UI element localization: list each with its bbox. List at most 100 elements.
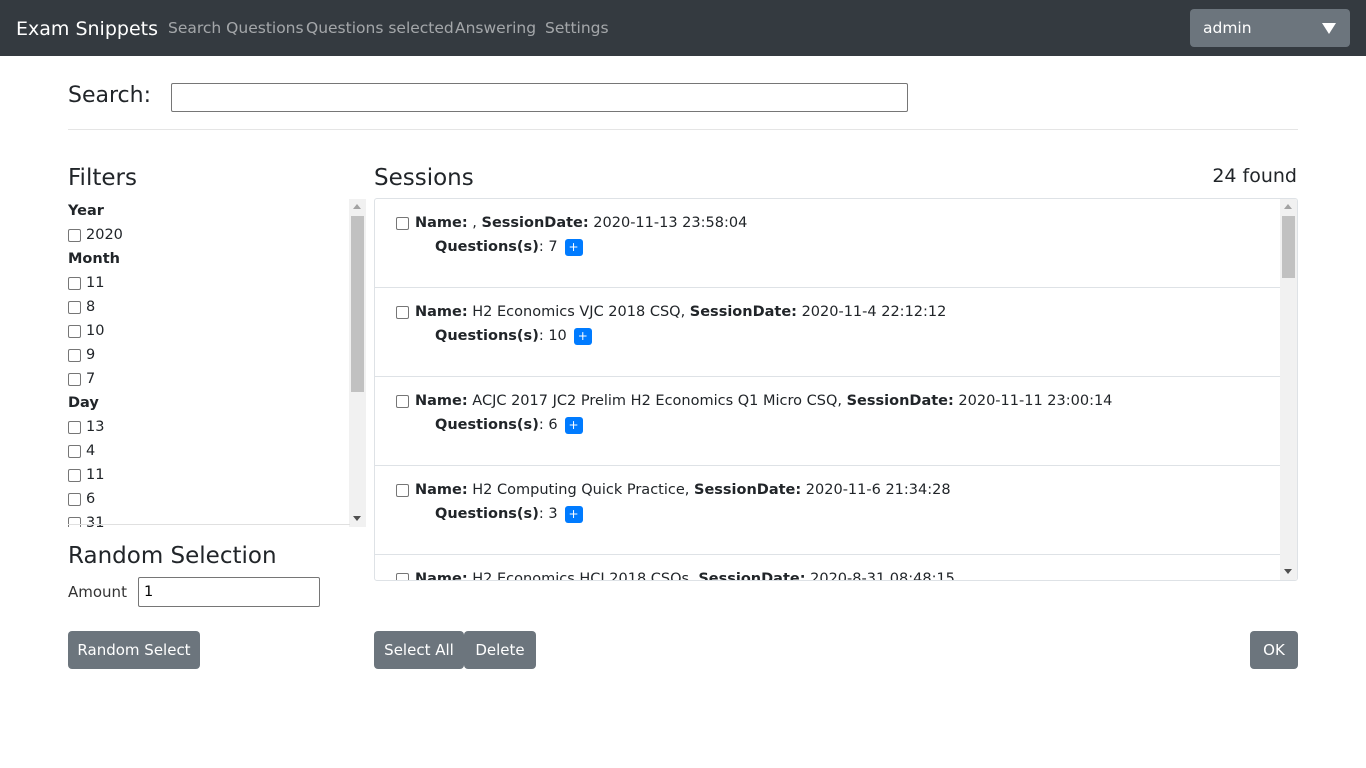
name-label: Name: <box>415 571 468 581</box>
session-header: Name: H2 Economics VJC 2018 CSQ, Session… <box>396 302 946 322</box>
brand[interactable]: Exam Snippets <box>16 16 158 42</box>
sessions-heading: Sessions <box>374 165 474 191</box>
filters-heading: Filters <box>68 165 137 191</box>
checkbox[interactable] <box>68 420 81 434</box>
filter-item: 9 <box>68 343 350 367</box>
session-questions: Questions(s): 3 + <box>435 504 583 524</box>
checkbox[interactable] <box>68 444 81 458</box>
user-dropdown[interactable]: admin <box>1190 9 1350 47</box>
checkbox[interactable] <box>68 228 81 242</box>
scroll-thumb[interactable] <box>1282 216 1295 278</box>
questions-label: Questions(s) <box>435 417 539 433</box>
sessions-panel[interactable]: Name: , SessionDate: 2020-11-13 23:58:04… <box>374 198 1298 581</box>
random-selection-heading: Random Selection <box>68 543 277 569</box>
checkbox[interactable] <box>68 372 81 386</box>
nav-questions-selected[interactable]: Questions selected <box>306 18 454 38</box>
filters-scrollbar[interactable] <box>349 199 366 527</box>
session-header: Name: H2 Computing Quick Practice, Sessi… <box>396 480 951 500</box>
session-header: Name: ACJC 2017 JC2 Prelim H2 Economics … <box>396 391 1112 411</box>
session-date: 2020-11-6 21:34:28 <box>805 482 951 498</box>
filter-item-label: 8 <box>86 299 96 315</box>
checkbox[interactable] <box>68 516 81 527</box>
filter-item: 11 <box>68 271 350 295</box>
checkbox[interactable] <box>68 276 81 290</box>
scroll-down-icon[interactable] <box>353 516 361 521</box>
session-item: Name: ACJC 2017 JC2 Prelim H2 Economics … <box>375 377 1281 466</box>
user-name: admin <box>1203 19 1252 37</box>
date-label: SessionDate: <box>694 482 802 498</box>
expand-plus-button[interactable]: + <box>564 238 583 256</box>
session-date: 2020-8-31 08:48:15 <box>810 571 955 581</box>
filter-item: 10 <box>68 319 350 343</box>
session-checkbox[interactable] <box>396 483 409 497</box>
random-select-button[interactable]: Random Select <box>68 631 200 669</box>
filter-group-day: Day <box>68 395 99 411</box>
date-label: SessionDate: <box>689 304 797 320</box>
nav-answering[interactable]: Answering <box>455 18 536 38</box>
filter-item-label: 13 <box>86 419 105 435</box>
session-date: 2020-11-13 23:58:04 <box>593 215 748 231</box>
session-header: Name: H2 Economics HCI 2018 CSQs, Sessio… <box>396 569 955 581</box>
session-item: Name: , SessionDate: 2020-11-13 23:58:04… <box>375 199 1281 288</box>
session-name: H2 Economics HCI 2018 CSQs <box>472 571 690 581</box>
filter-item-label: 6 <box>86 491 96 507</box>
questions-count: 3 <box>548 506 558 522</box>
caret-down-icon <box>1322 23 1336 34</box>
scroll-up-icon[interactable] <box>1284 204 1292 209</box>
session-checkbox[interactable] <box>396 216 409 230</box>
navbar: Exam Snippets Search Questions Questions… <box>0 0 1366 56</box>
filter-item: 13 <box>68 415 350 439</box>
name-label: Name: <box>415 304 468 320</box>
session-header: Name: , SessionDate: 2020-11-13 23:58:04 <box>396 213 747 233</box>
filter-item: 6 <box>68 487 350 511</box>
filter-item-label: 10 <box>86 323 105 339</box>
expand-plus-button[interactable]: + <box>573 327 592 345</box>
session-name: ACJC 2017 JC2 Prelim H2 Economics Q1 Mic… <box>472 393 838 409</box>
filter-item-label: 2020 <box>86 227 123 243</box>
checkbox[interactable] <box>68 348 81 362</box>
sessions-list: Name: , SessionDate: 2020-11-13 23:58:04… <box>375 199 1281 581</box>
filter-item-label: 11 <box>86 275 105 291</box>
date-label: SessionDate: <box>481 215 589 231</box>
session-item: Name: H2 Economics VJC 2018 CSQ, Session… <box>375 288 1281 377</box>
name-label: Name: <box>415 393 468 409</box>
amount-input[interactable] <box>138 577 320 607</box>
checkbox[interactable] <box>68 324 81 338</box>
session-questions: Questions(s): 6 + <box>435 415 583 435</box>
nav-settings[interactable]: Settings <box>545 18 609 38</box>
session-checkbox[interactable] <box>396 394 409 408</box>
filter-item: 8 <box>68 295 350 319</box>
filter-item-label: 9 <box>86 347 96 363</box>
select-all-button[interactable]: Select All <box>374 631 464 669</box>
delete-button[interactable]: Delete <box>464 631 536 669</box>
filter-item-label: 11 <box>86 467 105 483</box>
nav-search-questions[interactable]: Search Questions <box>168 18 304 38</box>
divider <box>68 129 1298 130</box>
filter-item-label: 4 <box>86 443 96 459</box>
session-checkbox[interactable] <box>396 572 409 580</box>
questions-count: 6 <box>548 417 558 433</box>
session-date: 2020-11-11 23:00:14 <box>958 393 1113 409</box>
questions-label: Questions(s) <box>435 239 539 255</box>
ok-button[interactable]: OK <box>1250 631 1298 669</box>
filter-group-month: Month <box>68 251 120 267</box>
search-label: Search: <box>68 83 151 108</box>
session-checkbox[interactable] <box>396 305 409 319</box>
name-label: Name: <box>415 482 468 498</box>
scroll-down-icon[interactable] <box>1284 569 1292 574</box>
scroll-up-icon[interactable] <box>353 204 361 209</box>
expand-plus-button[interactable]: + <box>564 505 583 523</box>
name-label: Name: <box>415 215 468 231</box>
session-name: H2 Economics VJC 2018 CSQ <box>472 304 681 320</box>
expand-plus-button[interactable]: + <box>564 416 583 434</box>
session-name: H2 Computing Quick Practice <box>472 482 685 498</box>
sessions-scrollbar[interactable] <box>1280 199 1297 580</box>
checkbox[interactable] <box>68 468 81 482</box>
checkbox[interactable] <box>68 300 81 314</box>
filter-item: 7 <box>68 367 350 391</box>
scroll-thumb[interactable] <box>351 216 364 392</box>
checkbox[interactable] <box>68 492 81 506</box>
filters-panel[interactable]: Year 2020 Month 11 8 10 9 7 Day 13 4 11 … <box>68 199 366 527</box>
questions-label: Questions(s) <box>435 506 539 522</box>
search-input[interactable] <box>171 83 908 112</box>
